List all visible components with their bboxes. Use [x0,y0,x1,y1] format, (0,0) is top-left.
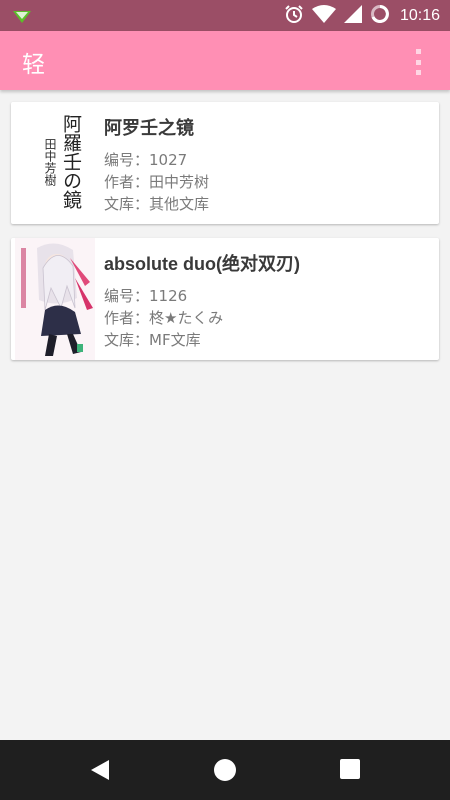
number-value: 1027 [149,151,188,169]
wifi-icon [311,4,336,27]
clock: 10:16 [399,6,440,24]
cover-author-text: 田中芳樹 [43,138,57,186]
overflow-menu-icon[interactable] [412,49,424,75]
book-title: 阿罗壬之镜 [104,118,194,138]
book-author: 作者：柊★たくみ [104,307,429,329]
recent-apps-icon[interactable] [339,758,361,784]
status-bar: 10:16 [0,0,450,31]
book-title: absolute duo(绝对双刃) [104,254,300,274]
library-value: 其他文库 [149,195,210,213]
library-label: 文库： [104,195,150,213]
author-value: 田中芳树 [149,173,210,191]
cover-title-text: 阿羅壬の鏡 [60,114,82,209]
author-label: 作者： [104,309,150,327]
library-value: MF文库 [149,331,201,349]
author-value: 柊★たくみ [149,309,224,327]
number-value: 1126 [149,287,188,305]
cell-signal-icon [343,4,362,27]
back-icon[interactable] [88,758,112,786]
app-title: 轻 [22,52,45,78]
book-card[interactable]: absolute duo(绝对双刃) 编号：1126 作者：柊★たくみ 文库：M… [11,238,439,360]
app-bar: 轻 [0,31,450,90]
notification-icon [12,9,32,28]
book-card[interactable]: 阿羅壬の鏡 田中芳樹 阿罗壬之镜 编号：1027 作者：田中芳树 文库：其他文库 [11,102,439,224]
number-label: 编号： [104,287,150,305]
book-library: 文库：MF文库 [104,329,429,351]
book-library: 文库：其他文库 [104,193,429,215]
alarm-icon [284,4,304,28]
book-number: 编号：1126 [104,285,429,307]
author-label: 作者： [104,173,150,191]
navigation-bar [0,740,450,800]
book-cover [15,238,95,360]
book-number: 编号：1027 [104,149,429,171]
library-label: 文库： [104,331,150,349]
battery-icon [370,4,390,28]
book-cover: 阿羅壬の鏡 田中芳樹 [15,102,95,224]
number-label: 编号： [104,151,150,169]
book-author: 作者：田中芳树 [104,171,429,193]
home-icon[interactable] [213,758,237,786]
